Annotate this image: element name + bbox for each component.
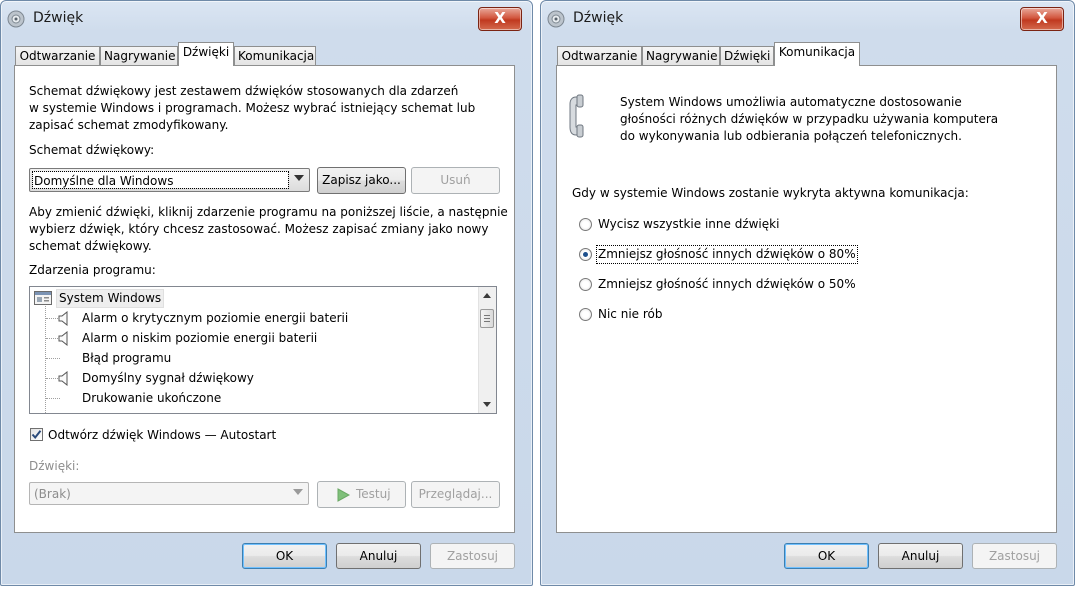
instruction-line: wybierz dźwięk, który chcesz zastosować.…	[29, 222, 489, 236]
tab-panel: Schemat dźwiękowy jest zestawem dźwięków…	[14, 65, 515, 533]
autostart-checkbox[interactable]	[30, 428, 43, 441]
intro-line: w systemie Windows i programach. Możesz …	[29, 101, 476, 115]
list-item-label: Błąd programu	[82, 351, 172, 365]
window-title: Dźwięk	[573, 10, 624, 26]
sounds-combobox[interactable]: (Brak)	[29, 482, 309, 505]
system-windows-icon	[34, 291, 52, 305]
scheme-description: Schemat dźwiękowy jest zestawem dźwięków…	[29, 83, 475, 134]
ok-button[interactable]: OK	[784, 543, 869, 569]
save-as-button[interactable]: Zapisz jako...	[317, 167, 406, 194]
speaker-icon	[58, 311, 68, 326]
close-button[interactable]: X	[1020, 7, 1064, 31]
tab-odtwarzanie[interactable]: Odtwarzanie	[557, 46, 642, 66]
tree-connector	[46, 358, 60, 359]
tab-odtwarzanie[interactable]: Odtwarzanie	[15, 46, 100, 66]
speaker-icon	[58, 371, 68, 386]
change-instructions: Aby zmienić dźwięki, kliknij zdarzenie p…	[29, 204, 508, 255]
chevron-down-icon	[293, 489, 303, 495]
list-item-label: Alarm o krytycznym poziomie energii bate…	[82, 311, 349, 325]
tab-dzwieki[interactable]: Dźwięki	[720, 46, 774, 66]
autostart-label[interactable]: Odtwórz dźwięk Windows — Autostart	[48, 427, 276, 444]
info-line: głośności różnych dźwięków w przypadku u…	[620, 112, 999, 126]
window-title: Dźwięk	[33, 10, 84, 26]
scheme-value: Domyślne dla Windows	[34, 174, 174, 188]
intro-line: Schemat dźwiękowy jest zestawem dźwięków…	[29, 84, 459, 98]
instruction-line: Aby zmienić dźwięki, kliknij zdarzenie p…	[29, 205, 508, 219]
delete-button[interactable]: Usuń	[411, 167, 500, 194]
info-line: do wykonywania lub odbierania połączeń t…	[620, 129, 962, 143]
option-reduce-80-label[interactable]: Zmniejsz głośność innych dźwięków o 80%	[596, 245, 858, 264]
list-item-label: Alarm o niskim poziomie energii baterii	[82, 331, 318, 345]
scroll-down-icon[interactable]	[483, 402, 491, 407]
list-item-label: System Windows	[56, 289, 165, 308]
close-button[interactable]: X	[478, 7, 522, 31]
sounds-value: (Brak)	[34, 487, 71, 501]
tab-komunikacja[interactable]: Komunikacja	[774, 42, 860, 66]
speaker-icon	[58, 331, 68, 346]
speaker-app-icon	[547, 10, 565, 28]
tab-nagrywanie[interactable]: Nagrywanie	[100, 46, 178, 66]
program-events-list[interactable]: System Windows Alarm o krytycznym poziom…	[29, 286, 497, 414]
radio-do-nothing[interactable]	[579, 308, 592, 321]
tab-komunikacja[interactable]: Komunikacja	[234, 46, 316, 66]
program-events-label: Zdarzenia programu:	[29, 263, 156, 277]
events-scrollbar[interactable]	[478, 287, 496, 413]
ok-button[interactable]: OK	[242, 543, 327, 569]
tab-nagrywanie[interactable]: Nagrywanie	[642, 46, 720, 66]
list-item-label: Domyślny sygnał dźwiękowy	[82, 371, 254, 385]
test-button[interactable]: Testuj	[317, 481, 406, 508]
apply-button[interactable]: Zastosuj	[972, 543, 1057, 569]
radio-reduce-80[interactable]	[579, 248, 592, 261]
scroll-up-icon[interactable]	[483, 293, 491, 298]
scheme-combobox[interactable]: Domyślne dla Windows	[29, 168, 310, 192]
apply-button[interactable]: Zastosuj	[430, 543, 515, 569]
cancel-button[interactable]: Anuluj	[336, 543, 421, 569]
telephone-icon	[569, 94, 584, 138]
sounds-label: Dźwięki:	[29, 459, 80, 473]
cancel-button[interactable]: Anuluj	[878, 543, 963, 569]
communication-info: System Windows umożliwia automatyczne do…	[620, 94, 998, 145]
option-mute-all-label[interactable]: Wycisz wszystkie inne dźwięki	[598, 216, 779, 233]
tab-panel: System Windows umożliwia automatyczne do…	[556, 65, 1057, 533]
scheme-label: Schemat dźwiękowy:	[29, 143, 155, 157]
radio-mute-all[interactable]	[579, 218, 592, 231]
browse-button[interactable]: Przeglądaj...	[411, 481, 500, 508]
option-do-nothing-label[interactable]: Nic nie rób	[598, 306, 663, 323]
radio-reduce-50[interactable]	[579, 278, 592, 291]
scrollbar-thumb[interactable]	[480, 309, 494, 328]
title-bar[interactable]: Dźwięk X	[1, 1, 532, 37]
play-icon	[337, 488, 350, 502]
tab-dzwieki[interactable]: Dźwięki	[178, 42, 234, 66]
info-line: System Windows umożliwia automatyczne do…	[620, 95, 962, 109]
sound-dialog-sounds-tab: Dźwięk X Odtwarzanie Nagrywanie Dźwięki …	[0, 0, 533, 586]
checkmark-icon	[31, 430, 42, 440]
instruction-line: schemat dźwiękowy.	[29, 239, 152, 253]
communication-question: Gdy w systemie Windows zostanie wykryta …	[572, 186, 969, 200]
radio-selected-icon	[583, 252, 588, 257]
intro-line: zapisać schemat zmodyfikowany.	[29, 118, 229, 132]
tree-connector	[46, 398, 60, 399]
sound-dialog-communications-tab: Dźwięk X Odtwarzanie Nagrywanie Dźwięki …	[540, 0, 1075, 586]
speaker-app-icon	[7, 10, 25, 28]
test-label: Testuj	[356, 487, 391, 501]
option-reduce-50-label[interactable]: Zmniejsz głośność innych dźwięków o 50%	[598, 276, 856, 293]
title-bar[interactable]: Dźwięk X	[541, 1, 1074, 37]
chevron-down-icon	[294, 175, 304, 181]
list-item-label: Drukowanie ukończone	[82, 391, 222, 405]
tree-connector	[45, 306, 46, 413]
